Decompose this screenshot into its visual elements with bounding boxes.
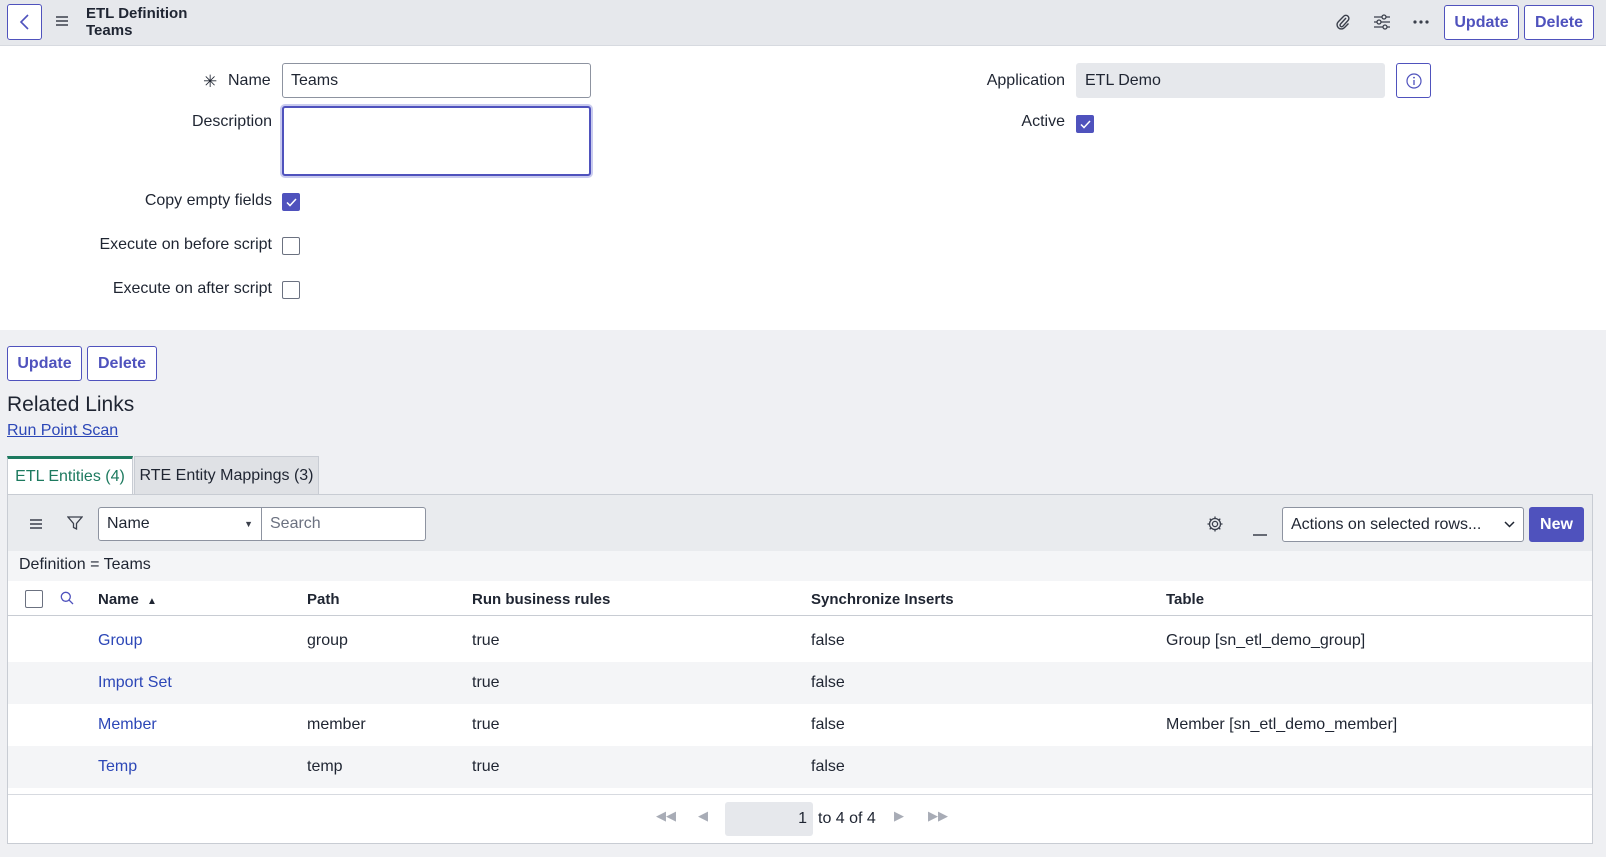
next-page-icon[interactable]: ▶	[894, 808, 904, 824]
pager-divider	[8, 794, 1592, 795]
search-field-value: Name	[107, 515, 150, 532]
select-all-checkbox[interactable]	[25, 590, 43, 608]
required-marker: ✳	[203, 72, 218, 91]
cell-table: Group [sn_etl_demo_group]	[1166, 632, 1366, 649]
pager-range-text: to 4 of 4	[818, 810, 876, 827]
cell-run-business-rules: true	[472, 758, 500, 775]
record-link[interactable]: Temp	[98, 758, 137, 776]
sort-ascending-icon: ▲	[147, 596, 157, 607]
name-field[interactable]: Teams	[282, 63, 591, 98]
breadcrumb-bar	[8, 551, 1592, 581]
actions-select-value: Actions on selected rows...	[1291, 515, 1482, 533]
first-page-icon[interactable]: ◀◀	[656, 808, 676, 824]
header-delete-button[interactable]: Delete	[1524, 5, 1594, 40]
settings-sliders-icon[interactable]	[1371, 11, 1393, 33]
context-menu-icon[interactable]	[55, 14, 69, 32]
back-button[interactable]	[7, 4, 42, 40]
collapse-icon[interactable]	[1253, 523, 1267, 541]
table-row: Group group true false Group [sn_etl_dem…	[8, 620, 1592, 662]
record-link[interactable]: Import Set	[98, 674, 172, 692]
column-header-name[interactable]: Name ▲	[98, 591, 157, 608]
copy-empty-fields-checkbox[interactable]	[282, 193, 300, 211]
bottom-delete-button[interactable]: Delete	[87, 346, 157, 381]
checkmark-icon	[1079, 119, 1091, 129]
application-label: Application	[986, 72, 1065, 89]
info-icon	[1405, 72, 1422, 89]
search-field-select[interactable]: Name ▼	[98, 507, 262, 541]
cell-path: member	[307, 716, 366, 733]
cell-synchronize-inserts: false	[811, 632, 845, 649]
dropdown-arrow-icon: ▼	[244, 519, 253, 529]
chevron-down-icon	[1504, 521, 1515, 528]
active-checkbox[interactable]	[1076, 115, 1094, 133]
new-button[interactable]: New	[1529, 507, 1584, 542]
cell-run-business-rules: true	[472, 674, 500, 691]
column-header-row	[8, 581, 1592, 616]
table-row: Temp temp true false	[8, 746, 1592, 788]
column-header-name-label: Name	[98, 591, 139, 608]
column-header-synchronize-inserts[interactable]: Synchronize Inserts	[811, 591, 954, 608]
application-field: ETL Demo	[1076, 63, 1385, 98]
tab-etl-entities[interactable]: ETL Entities (4)	[7, 456, 133, 495]
execute-after-checkbox[interactable]	[282, 281, 300, 299]
active-label: Active	[1021, 113, 1065, 130]
record-link[interactable]: Group	[98, 632, 142, 650]
execute-before-checkbox[interactable]	[282, 237, 300, 255]
more-options-icon[interactable]	[1410, 11, 1432, 33]
record-link[interactable]: Member	[98, 716, 157, 734]
gear-icon[interactable]	[1206, 515, 1224, 538]
tab-rte-entity-mappings[interactable]: RTE Entity Mappings (3)	[134, 456, 319, 495]
copy-empty-fields-label: Copy empty fields	[144, 192, 272, 209]
paperclip-icon[interactable]	[1332, 11, 1354, 33]
previous-page-icon[interactable]: ◀	[698, 808, 708, 824]
header-update-button[interactable]: Update	[1444, 5, 1519, 40]
column-header-table[interactable]: Table	[1166, 591, 1204, 608]
search-icon[interactable]	[60, 591, 74, 610]
column-header-path[interactable]: Path	[307, 591, 340, 608]
cell-synchronize-inserts: false	[811, 716, 845, 733]
form-title-table: ETL Definition	[86, 5, 188, 22]
cell-synchronize-inserts: false	[811, 674, 845, 691]
cell-synchronize-inserts: false	[811, 758, 845, 775]
list-search-input[interactable]: Search	[261, 507, 426, 541]
last-page-icon[interactable]: ▶▶	[928, 808, 948, 824]
cell-table: Member [sn_etl_demo_member]	[1166, 716, 1398, 733]
checkmark-icon	[285, 197, 297, 207]
cell-path: group	[307, 632, 348, 649]
form-header	[0, 0, 1606, 46]
actions-select[interactable]: Actions on selected rows...	[1282, 507, 1524, 542]
description-field[interactable]	[282, 106, 591, 176]
table-row: Import Set true false	[8, 662, 1592, 704]
name-label: Name	[228, 72, 271, 89]
table-row: Member member true false Member [sn_etl_…	[8, 704, 1592, 746]
column-header-run-business-rules[interactable]: Run business rules	[472, 591, 610, 608]
form-title-record: Teams	[86, 22, 133, 39]
list-menu-icon[interactable]	[29, 517, 43, 535]
execute-after-label: Execute on after script	[112, 280, 272, 297]
cell-run-business-rules: true	[472, 632, 500, 649]
filter-icon[interactable]	[66, 515, 84, 536]
execute-before-label: Execute on before script	[99, 236, 272, 253]
cell-path: temp	[307, 758, 343, 775]
application-info-button[interactable]	[1396, 63, 1431, 98]
chevron-left-icon	[19, 14, 29, 30]
page-number-input[interactable]: 1	[725, 802, 813, 836]
bottom-update-button[interactable]: Update	[7, 346, 82, 381]
description-label: Description	[191, 113, 272, 130]
related-links-heading: Related Links	[7, 393, 135, 416]
run-point-scan-link[interactable]: Run Point Scan	[7, 422, 118, 440]
breadcrumb[interactable]: Definition = Teams	[19, 556, 151, 574]
cell-run-business-rules: true	[472, 716, 500, 733]
